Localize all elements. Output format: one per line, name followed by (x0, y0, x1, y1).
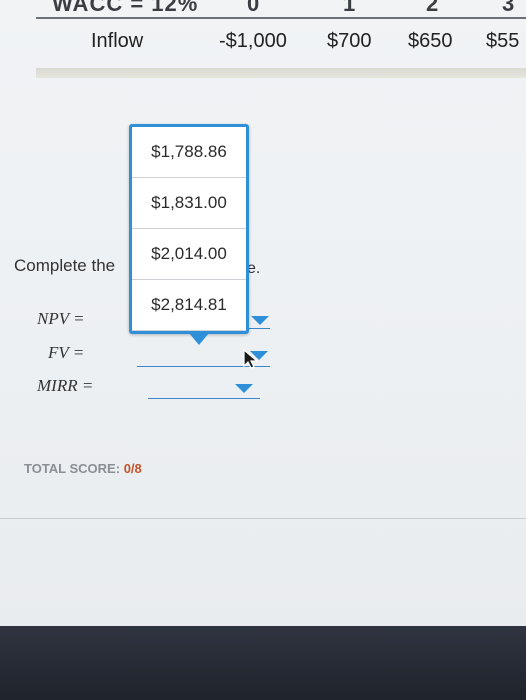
dropdown-option[interactable]: $2,014.00 (132, 229, 246, 280)
table-header-row: WACC = 12% 0 1 2 3 (40, 0, 526, 17)
question-panel (0, 78, 526, 519)
inflow-value-0: -$1,000 (219, 30, 287, 52)
inflow-value-2: $650 (408, 30, 453, 52)
screen-area: WACC = 12% 0 1 2 3 Inflow -$1,000 $700 $… (0, 0, 526, 626)
period-0: 0 (247, 0, 261, 16)
mirr-answer-select[interactable] (148, 398, 260, 399)
table-bottom-band (36, 68, 526, 78)
mirr-label: MIRR = (37, 376, 94, 395)
dropdown-option[interactable]: $1,788.86 (132, 127, 246, 178)
question-prompt: Complete the (14, 256, 116, 275)
mouse-cursor-icon (243, 348, 259, 369)
table-header-divider (36, 17, 526, 19)
inflow-label: Inflow (91, 30, 144, 52)
inflow-value-3: $55 (486, 30, 520, 52)
npv-label: NPV = (37, 309, 85, 328)
inflow-value-1: $700 (327, 30, 372, 52)
total-score: TOTAL SCORE: 0/8 (24, 461, 142, 476)
total-score-value: 0/8 (123, 461, 142, 476)
dropdown-option[interactable]: $2,814.81 (132, 280, 246, 331)
wacc-label: WACC = 12% (52, 0, 199, 16)
fv-label: FV = (48, 343, 85, 362)
period-3: 3 (502, 0, 516, 16)
period-2: 2 (426, 0, 440, 16)
table-row-inflow: Inflow -$1,000 $700 $650 $55 (0, 26, 526, 56)
question-prompt-end: e. (247, 260, 261, 277)
monitor-bezel (0, 626, 526, 700)
npv-dropdown-arrow-icon[interactable] (251, 316, 269, 325)
dropdown-pointer-icon (189, 333, 209, 345)
dropdown-option[interactable]: $1,831.00 (132, 178, 246, 229)
mirr-dropdown-arrow-icon[interactable] (235, 384, 253, 393)
total-score-label: TOTAL SCORE: (24, 461, 121, 476)
npv-dropdown-menu[interactable]: $1,788.86 $1,831.00 $2,014.00 $2,814.81 (129, 124, 249, 345)
period-1: 1 (343, 0, 357, 16)
